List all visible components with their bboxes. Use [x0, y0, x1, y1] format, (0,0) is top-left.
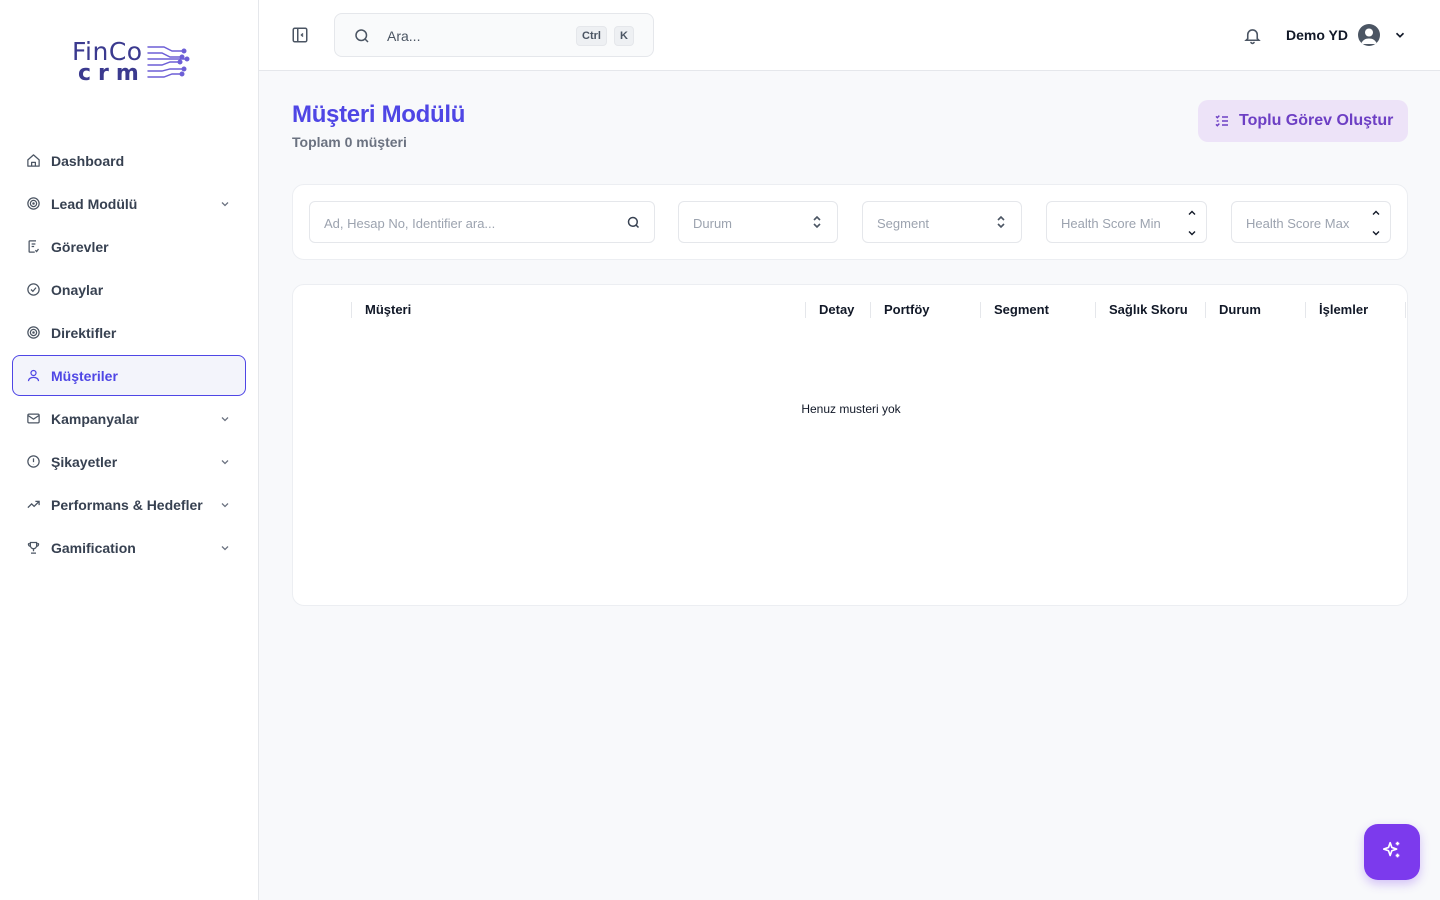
sidebar-toggle-icon[interactable] [291, 26, 309, 44]
column-divider [805, 302, 806, 318]
sidebar-item-performans-hedefler[interactable]: Performans & Hedefler [12, 484, 246, 525]
ai-assistant-button[interactable] [1364, 824, 1420, 880]
status-select[interactable]: Durum [678, 201, 838, 243]
sidebar-item-gorevler[interactable]: Görevler [12, 226, 246, 267]
chevron-down-icon[interactable] [1393, 28, 1407, 47]
list-checks-icon [1214, 113, 1230, 129]
column-divider [870, 302, 871, 318]
user-icon [25, 368, 41, 384]
chevron-down-icon [219, 197, 231, 215]
finco-crm-logo[interactable]: FinCo crm [70, 38, 190, 88]
chevron-down-icon [219, 541, 231, 559]
sidebar-item-lead-modulu[interactable]: Lead Modülü [12, 183, 246, 224]
column-divider [980, 302, 981, 318]
logo-line2: crm [78, 61, 146, 86]
customer-search-input[interactable]: Ad, Hesap No, Identifier ara... [309, 201, 655, 243]
sidebar-item-dashboard[interactable]: Dashboard [12, 140, 246, 181]
global-search-input[interactable]: Ara... Ctrl K [334, 13, 654, 57]
search-placeholder: Ara... [387, 28, 421, 44]
column-divider [1305, 302, 1306, 318]
alert-circle-icon [25, 454, 41, 470]
column-header-saglik-skoru[interactable]: Sağlık Skoru [1109, 302, 1188, 318]
check-circle-icon [25, 282, 41, 298]
empty-state-text: Henuz musteri yok [801, 402, 901, 416]
health-score-min-input[interactable]: Health Score Min [1046, 201, 1207, 243]
column-divider [1205, 302, 1206, 318]
sidebar-item-sikayetler[interactable]: Şikayetler [12, 441, 246, 482]
home-icon [25, 153, 41, 169]
sidebar-item-label: Müşteriler [51, 367, 118, 384]
segment-placeholder: Segment [877, 216, 930, 231]
mail-icon [25, 411, 41, 427]
health-score-max-placeholder: Health Score Max [1246, 216, 1350, 231]
bulk-task-label: Toplu Görev Oluştur [1239, 112, 1394, 129]
column-header-portfoy[interactable]: Portföy [884, 302, 930, 318]
column-divider [1095, 302, 1096, 318]
sidebar-item-direktifler[interactable]: Direktifler [12, 312, 246, 353]
bulk-task-button[interactable]: Toplu Görev Oluştur [1198, 100, 1408, 142]
filter-bar: Ad, Hesap No, Identifier ara... Durum Se… [292, 184, 1408, 260]
user-name[interactable]: Demo YD [1286, 27, 1348, 43]
sidebar-item-label: Görevler [51, 238, 109, 255]
column-header-durum[interactable]: Durum [1219, 302, 1261, 318]
customer-count: Toplam 0 müşteri [292, 134, 407, 150]
health-score-max-input[interactable]: Health Score Max [1231, 201, 1391, 243]
column-header-musteri[interactable]: Müşteri [365, 302, 411, 318]
sidebar-item-label: Şikayetler [51, 453, 118, 470]
customer-search-placeholder: Ad, Hesap No, Identifier ara... [324, 216, 496, 231]
decrement-icon[interactable] [1186, 226, 1198, 244]
avatar[interactable] [1358, 24, 1380, 46]
sidebar-item-musteriler[interactable]: Müşteriler [12, 355, 246, 396]
sidebar-item-onaylar[interactable]: Onaylar [12, 269, 246, 310]
bell-icon[interactable] [1243, 26, 1262, 50]
top-header: Ara... Ctrl K Demo YD [259, 0, 1440, 71]
status-placeholder: Durum [693, 216, 733, 231]
clipboard-icon [25, 239, 41, 255]
column-header-islemler[interactable]: İşlemler [1319, 302, 1368, 318]
sidebar-item-kampanyalar[interactable]: Kampanyalar [12, 398, 246, 439]
customer-table: Müşteri Detay Portföy Segment Sağlık Sko… [292, 284, 1408, 606]
sidebar: FinCo crm Dashboard Lead Modülü Görevler… [0, 0, 259, 900]
sidebar-item-label: Performans & Hedefler [51, 496, 203, 513]
shortcut-ctrl-key: Ctrl [576, 26, 607, 46]
target-icon [25, 325, 41, 341]
chevrons-up-down-icon [811, 215, 823, 234]
health-score-min-placeholder: Health Score Min [1061, 216, 1161, 231]
column-header-detay[interactable]: Detay [819, 302, 854, 318]
increment-icon[interactable] [1370, 206, 1382, 224]
trophy-icon [25, 540, 41, 556]
column-header-segment[interactable]: Segment [994, 302, 1049, 318]
decrement-icon[interactable] [1370, 226, 1382, 244]
sidebar-item-gamification[interactable]: Gamification [12, 527, 246, 568]
sidebar-item-label: Direktifler [51, 324, 117, 341]
sidebar-item-label: Gamification [51, 539, 136, 556]
sidebar-item-label: Dashboard [51, 152, 125, 169]
column-divider [1405, 302, 1406, 318]
chevron-down-icon [219, 455, 231, 473]
logo-circuit-icon [147, 46, 190, 78]
chevron-down-icon [219, 498, 231, 516]
increment-icon[interactable] [1186, 206, 1198, 224]
chevron-down-icon [219, 412, 231, 430]
chevrons-up-down-icon [995, 215, 1007, 234]
segment-select[interactable]: Segment [862, 201, 1022, 243]
trending-up-icon [25, 497, 41, 513]
sparkles-icon [1381, 839, 1403, 866]
page-title: Müşteri Modülü [292, 101, 466, 128]
search-icon [626, 215, 641, 235]
search-icon [353, 27, 371, 50]
sidebar-item-label: Kampanyalar [51, 410, 139, 427]
shortcut-k-key: K [614, 26, 634, 46]
target-icon [25, 196, 41, 212]
sidebar-nav: Dashboard Lead Modülü Görevler Onaylar D… [12, 140, 246, 570]
sidebar-item-label: Onaylar [51, 281, 104, 298]
sidebar-item-label: Lead Modülü [51, 195, 138, 212]
column-divider [351, 302, 352, 318]
